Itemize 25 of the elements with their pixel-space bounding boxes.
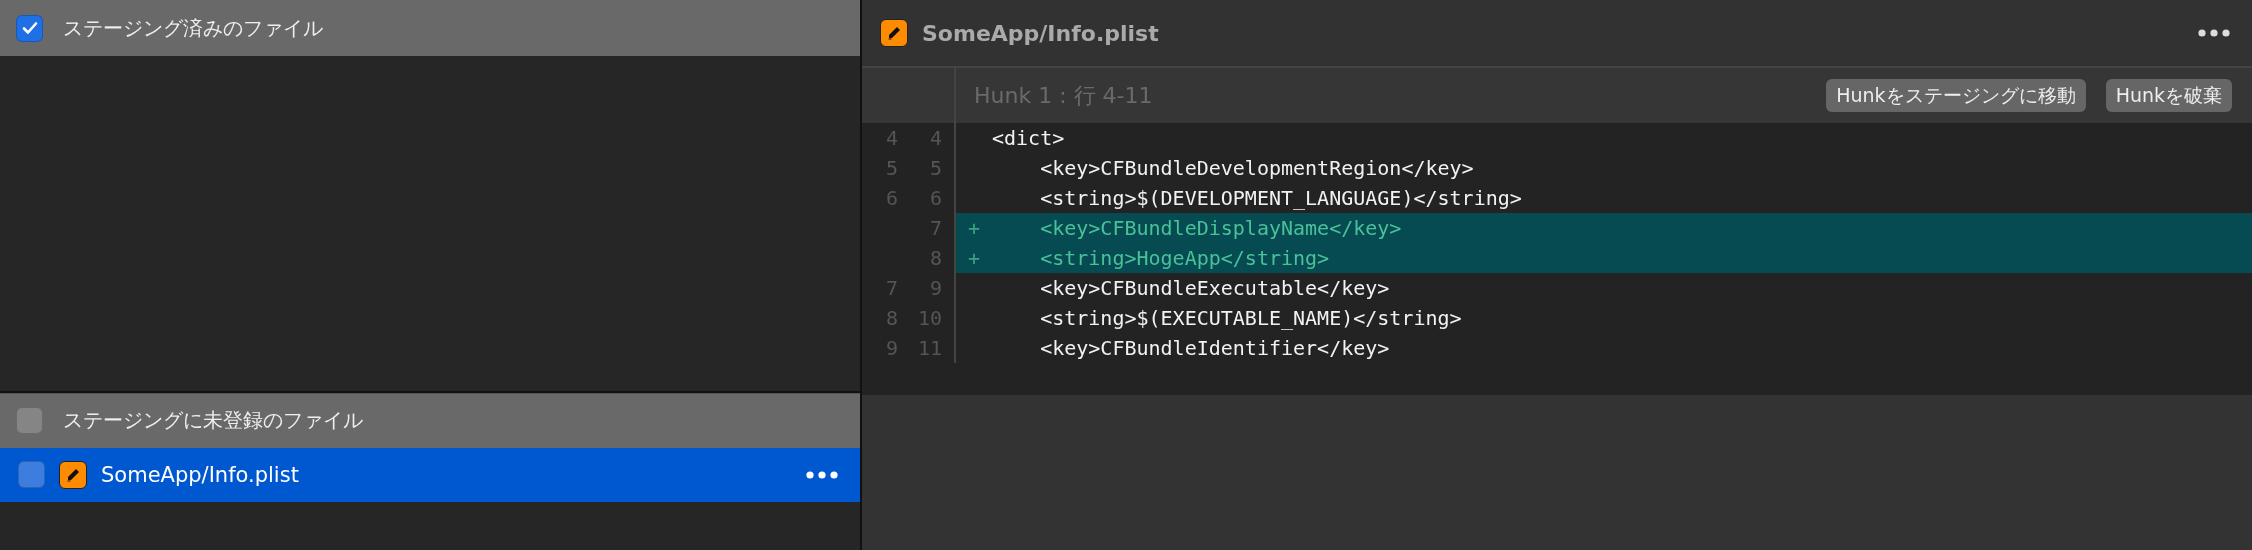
section-title: ステージングに未登録のファイル — [63, 407, 363, 435]
code-text: <key>CFBundleDevelopmentRegion</key> — [1039, 156, 1474, 180]
code-text: <string>$(EXECUTABLE_NAME)</string> — [1039, 306, 1462, 330]
more-icon[interactable] — [806, 470, 838, 479]
code-text: <dict> — [992, 126, 1065, 150]
code-text: <key>CFBundleDisplayName</key> — [1039, 216, 1402, 240]
file-row[interactable]: SomeApp/Info.plist — [0, 447, 860, 502]
section-title: ステージング済みのファイル — [63, 14, 323, 42]
hunk-button[interactable]: Hunkをステージングに移動 — [1826, 79, 2086, 112]
diff-marker: + — [967, 216, 982, 240]
more-icon[interactable] — [2198, 29, 2230, 37]
checkbox[interactable] — [16, 14, 43, 42]
diff-marker: + — [967, 246, 982, 270]
file-name: SomeApp/Info.plist — [101, 462, 300, 487]
file-title: SomeApp/Info.plist — [922, 20, 1160, 46]
pencil-icon — [59, 460, 87, 489]
checkmark-icon — [20, 19, 39, 37]
code-text: <string>HogeApp</string> — [1039, 246, 1330, 270]
code-text: <string>$(DEVELOPMENT_LANGUAGE)</string> — [1039, 186, 1522, 210]
code-text: <key>CFBundleExecutable</key> — [1039, 276, 1390, 300]
hunk-button[interactable]: Hunkを破棄 — [2105, 79, 2232, 112]
checkbox[interactable] — [18, 461, 45, 489]
code-text: <key>CFBundleIdentifier</key> — [1039, 336, 1390, 360]
checkbox[interactable] — [16, 407, 43, 435]
pencil-icon — [880, 19, 908, 47]
